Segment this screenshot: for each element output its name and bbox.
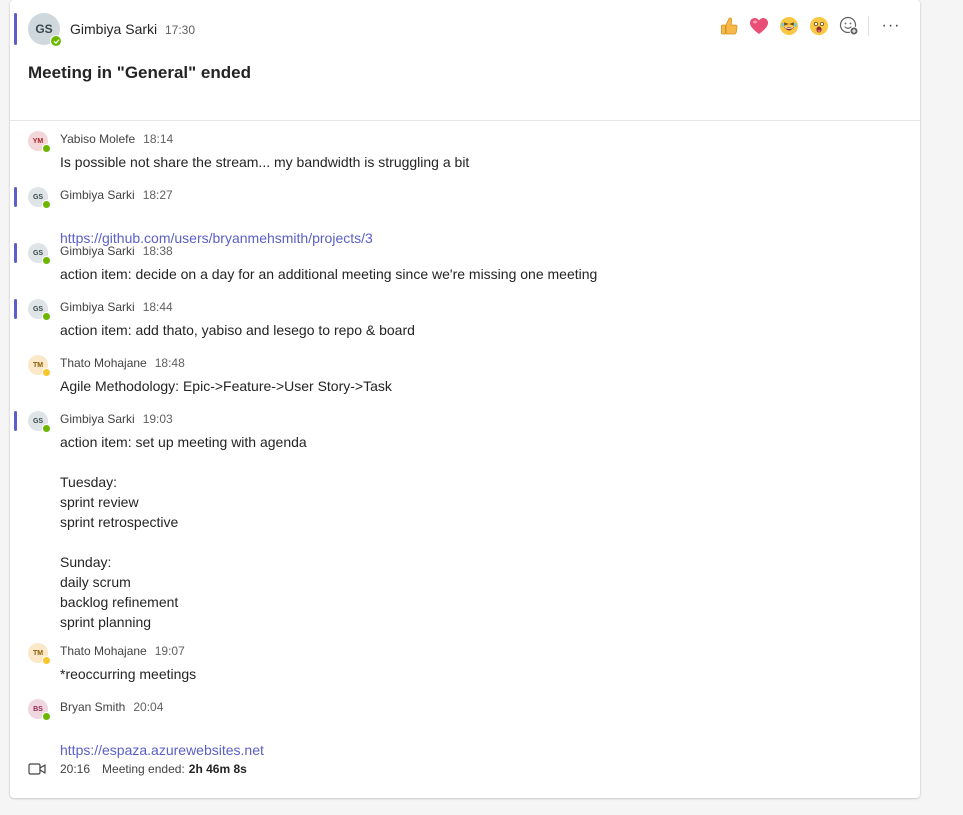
message-timestamp: 18:48 — [154, 356, 185, 370]
avatar-initials: BS — [33, 705, 43, 713]
message-author[interactable]: Gimbiya Sarki — [60, 244, 135, 258]
more-options-button[interactable]: ··· — [878, 14, 904, 38]
status-available-icon — [42, 712, 51, 721]
message-text: action item: add thato, yabiso and leseg… — [60, 322, 415, 338]
message-text: action item: set up meeting with agenda … — [60, 434, 307, 630]
message-header: Gimbiya Sarki 18:38 — [60, 244, 173, 258]
message-header: Bryan Smith 20:04 — [60, 700, 163, 714]
avatar[interactable]: YM — [28, 131, 51, 153]
avatar-initials: GS — [32, 417, 44, 425]
message-author[interactable]: Thato Mohajane — [60, 644, 147, 658]
meeting-ended-label: Meeting ended: — [102, 762, 185, 776]
meeting-duration: 2h 46m 8s — [188, 762, 247, 776]
mention-indicator — [14, 13, 17, 45]
message-author[interactable]: Yabiso Molefe — [60, 132, 135, 146]
message-timestamp: 18:38 — [142, 244, 173, 258]
message-link[interactable]: https://espaza.azurewebsites.net — [60, 742, 264, 758]
message-header: Yabiso Molefe 18:14 — [60, 132, 173, 146]
like-emoji-icon[interactable] — [718, 15, 740, 37]
avatar-initials: GS — [32, 249, 44, 257]
divider — [10, 120, 920, 121]
message-timestamp: 20:04 — [133, 700, 164, 714]
video-camera-icon — [28, 763, 46, 775]
status-available-icon — [42, 144, 51, 153]
avatar[interactable]: BS — [28, 699, 51, 721]
message-text: action item: decide on a day for an addi… — [60, 266, 598, 282]
message-author[interactable]: Gimbiya Sarki — [60, 300, 135, 314]
message-header: Thato Mohajane 19:07 — [60, 644, 185, 658]
status-available-icon — [42, 424, 51, 433]
status-available-icon — [50, 35, 62, 47]
mention-indicator — [14, 299, 17, 319]
avatar[interactable]: GS — [28, 13, 62, 47]
heart-emoji-icon[interactable] — [748, 15, 770, 37]
avatar[interactable]: GS — [28, 243, 51, 265]
meeting-end-time: 20:16 — [60, 762, 91, 776]
status-away-icon — [42, 368, 51, 377]
status-available-icon — [42, 200, 51, 209]
message-header: Gimbiya Sarki 18:27 — [60, 188, 173, 202]
message-text: Agile Methodology: Epic->Feature->User S… — [60, 378, 392, 394]
avatar-initials: YM — [32, 137, 44, 145]
message-timestamp: 19:07 — [154, 644, 185, 658]
message-author[interactable]: Gimbiya Sarki — [60, 412, 135, 426]
toolbar-divider — [868, 16, 869, 36]
message-header: Thato Mohajane 18:48 — [60, 356, 185, 370]
mention-indicator — [14, 243, 17, 263]
reaction-bar — [718, 15, 860, 37]
message-author[interactable]: Gimbiya Sarki — [60, 188, 135, 202]
avatar[interactable]: GS — [28, 411, 51, 433]
laugh-emoji-icon[interactable] — [778, 15, 800, 37]
avatar[interactable]: GS — [28, 187, 51, 209]
status-available-icon — [42, 312, 51, 321]
message-text: Is possible not share the stream... my b… — [60, 154, 470, 170]
status-available-icon — [42, 256, 51, 265]
message-text: https://espaza.azurewebsites.net — [60, 720, 264, 760]
avatar[interactable]: TM — [28, 355, 51, 377]
message-timestamp: 18:44 — [142, 300, 173, 314]
message-header: Gimbiya Sarki 19:03 — [60, 412, 173, 426]
message-author[interactable]: Bryan Smith — [60, 700, 125, 714]
message-text: https://github.com/users/bryanmehsmith/p… — [60, 208, 373, 248]
message-header: Gimbiya Sarki 18:44 — [60, 300, 173, 314]
status-away-icon — [42, 656, 51, 665]
meeting-ended-footer: 20:16 Meeting ended: 2h 46m 8s — [28, 760, 247, 778]
avatar-initials: GS — [32, 193, 44, 201]
page-title: Meeting in "General" ended — [28, 63, 251, 82]
avatar-initials: GS — [32, 305, 44, 313]
message-timestamp: 17:30 — [165, 23, 196, 37]
mention-indicator — [14, 411, 17, 431]
meeting-card: GS Gimbiya Sarki 17:30 ··· Meeting in "G… — [10, 0, 920, 798]
avatar-initials: TM — [32, 649, 44, 657]
add-reaction-icon[interactable] — [838, 15, 860, 37]
mention-indicator — [14, 187, 17, 207]
avatar[interactable]: GS — [28, 299, 51, 321]
avatar[interactable]: TM — [28, 643, 51, 665]
avatar-initials: TM — [32, 361, 44, 369]
message-timestamp: 18:14 — [143, 132, 174, 146]
message-author[interactable]: Gimbiya Sarki — [70, 21, 157, 37]
message-text: *reoccurring meetings — [60, 666, 197, 682]
surprised-emoji-icon[interactable] — [808, 15, 830, 37]
message-timestamp: 18:27 — [142, 188, 173, 202]
avatar-initials: GS — [35, 22, 53, 36]
message-timestamp: 19:03 — [142, 412, 173, 426]
message-author[interactable]: Thato Mohajane — [60, 356, 147, 370]
